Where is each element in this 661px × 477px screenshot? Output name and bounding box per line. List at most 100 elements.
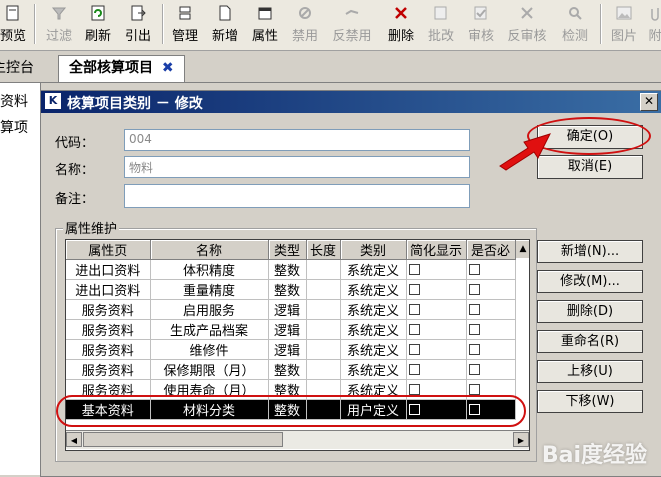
column-header[interactable]: 名称 xyxy=(150,240,269,260)
toolbar-button-label: 反禁用 xyxy=(332,29,372,44)
tab-console[interactable]: 主控台 xyxy=(0,56,40,80)
required-checkbox[interactable] xyxy=(468,324,480,335)
cell-type: 逻辑 xyxy=(268,319,307,340)
scroll-left-arrow-icon[interactable]: ◀ xyxy=(66,432,82,447)
toolbar-button-label: 附 xyxy=(648,29,661,44)
cell-required xyxy=(466,339,516,360)
name-field[interactable]: 物料 xyxy=(124,156,470,178)
toolbar-button-label: 预览 xyxy=(0,29,27,44)
column-header[interactable]: 类型 xyxy=(268,240,307,260)
toolbar-enable-button[interactable]: 反禁用 xyxy=(328,2,376,46)
tab-all-accounting-items[interactable]: 全部核算项目 ✖ xyxy=(58,55,185,82)
tab-close-icon[interactable]: ✖ xyxy=(162,60,174,76)
move-down-button[interactable]: 下移(W) xyxy=(537,390,643,413)
simplified-checkbox[interactable] xyxy=(408,264,420,275)
required-checkbox[interactable] xyxy=(468,344,480,355)
toolbar-button-label: 新增 xyxy=(211,29,238,44)
modify-attribute-button[interactable]: 修改(M)... xyxy=(537,270,643,293)
toolbar-button-label: 批改 xyxy=(427,29,454,44)
cell-required xyxy=(466,319,516,340)
column-header[interactable]: 是否必 xyxy=(466,240,516,260)
tab-label: 主控台 xyxy=(0,60,34,76)
simplified-checkbox[interactable] xyxy=(408,364,420,375)
cell-name: 生成产品档案 xyxy=(150,319,269,340)
note-field[interactable] xyxy=(124,184,470,208)
table-row[interactable]: 服务资料 启用服务 逻辑 系统定义 xyxy=(66,299,516,320)
dialog-close-button[interactable]: ✕ xyxy=(640,93,658,111)
toolbar-preview-button[interactable]: 预览 xyxy=(0,2,26,46)
toolbar-image-button[interactable]: 图片 xyxy=(607,2,641,46)
toolbar-unapprove-button[interactable]: 反审核 xyxy=(503,2,551,46)
table-row[interactable]: 进出口资料 体积精度 整数 系统定义 xyxy=(66,259,516,280)
cell-page: 进出口资料 xyxy=(66,259,151,280)
properties-icon xyxy=(256,4,274,22)
toolbar-delete-button[interactable]: 删除 xyxy=(384,2,418,46)
table-row[interactable]: 进出口资料 重量精度 整数 系统定义 xyxy=(66,279,516,300)
toolbar-export-button[interactable]: 引出 xyxy=(121,2,155,46)
cell-category: 系统定义 xyxy=(340,319,407,340)
move-up-button[interactable]: 上移(U) xyxy=(537,360,643,383)
required-checkbox[interactable] xyxy=(468,364,480,375)
cell-length xyxy=(306,359,341,380)
delete-attribute-button[interactable]: 删除(D) xyxy=(537,300,643,323)
toolbar-button-label: 审核 xyxy=(467,29,494,44)
cell-name: 启用服务 xyxy=(150,299,269,320)
required-checkbox[interactable] xyxy=(468,304,480,315)
app-logo-icon: K xyxy=(45,93,61,109)
cell-simplified xyxy=(406,279,467,300)
cell-simplified xyxy=(406,359,467,380)
horizontal-scrollbar[interactable]: ◀ ▶ xyxy=(66,430,529,449)
toolbar-batch-edit-button[interactable]: 批改 xyxy=(424,2,458,46)
cell-required xyxy=(466,299,516,320)
toolbar-manage-button[interactable]: 管理 xyxy=(168,2,202,46)
rename-attribute-button[interactable]: 重命名(R) xyxy=(537,330,643,353)
column-header[interactable]: 属性页 xyxy=(66,240,151,260)
toolbar-properties-button[interactable]: 属性 xyxy=(248,2,282,46)
toolbar-button-label: 引出 xyxy=(124,29,151,44)
required-checkbox[interactable] xyxy=(468,284,480,295)
delete-icon xyxy=(392,4,410,22)
left-tree-panel: 目资料 核算项 xyxy=(0,83,41,475)
column-header[interactable]: 长度 xyxy=(306,240,341,260)
scroll-up-arrow-icon[interactable]: ▲ xyxy=(515,241,529,258)
toolbar-disable-button[interactable]: 禁用 xyxy=(288,2,322,46)
tree-item[interactable]: 目资料 xyxy=(0,91,28,111)
toolbar-refresh-button[interactable]: 刷新 xyxy=(81,2,115,46)
tab-strip: 主控台 全部核算项目 ✖ xyxy=(0,52,661,83)
simplified-checkbox[interactable] xyxy=(408,324,420,335)
scroll-right-arrow-icon[interactable]: ▶ xyxy=(513,432,529,447)
toolbar-new-button[interactable]: 新增 xyxy=(208,2,242,46)
cell-category: 系统定义 xyxy=(340,339,407,360)
image-icon xyxy=(615,4,633,22)
simplified-checkbox[interactable] xyxy=(408,284,420,295)
simplified-checkbox[interactable] xyxy=(408,344,420,355)
cell-length xyxy=(306,299,341,320)
toolbar-button-label: 过滤 xyxy=(45,29,72,44)
scrollbar-thumb[interactable] xyxy=(83,432,283,447)
add-attribute-button[interactable]: 新增(N)... xyxy=(537,240,643,263)
toolbar-attachment-button[interactable]: 附 xyxy=(645,2,661,46)
toolbar-filter-button[interactable]: 过滤 xyxy=(42,2,76,46)
toolbar-button-label: 禁用 xyxy=(291,29,318,44)
required-checkbox[interactable] xyxy=(468,264,480,275)
simplified-checkbox[interactable] xyxy=(408,384,420,395)
cell-name: 体积精度 xyxy=(150,259,269,280)
cell-simplified xyxy=(406,259,467,280)
toolbar-check-button[interactable]: 检测 xyxy=(558,2,592,46)
table-row[interactable]: 服务资料 生成产品档案 逻辑 系统定义 xyxy=(66,319,516,340)
red-arrow-icon xyxy=(499,133,551,171)
cell-name: 维修件 xyxy=(150,339,269,360)
table-row[interactable]: 服务资料 保修期限（月） 整数 系统定义 xyxy=(66,359,516,380)
simplified-checkbox[interactable] xyxy=(408,304,420,315)
cell-simplified xyxy=(406,319,467,340)
toolbar-approve-button[interactable]: 审核 xyxy=(464,2,498,46)
note-label: 备注： xyxy=(55,192,95,207)
tab-label: 全部核算项目 xyxy=(69,60,153,76)
code-field[interactable]: 004 xyxy=(124,129,470,151)
required-checkbox[interactable] xyxy=(468,384,480,395)
name-label: 名称： xyxy=(55,163,95,178)
table-row[interactable]: 服务资料 维修件 逻辑 系统定义 xyxy=(66,339,516,360)
tree-item[interactable]: 核算项 xyxy=(0,117,28,137)
column-header[interactable]: 简化显示 xyxy=(406,240,467,260)
column-header[interactable]: 类别 xyxy=(340,240,407,260)
